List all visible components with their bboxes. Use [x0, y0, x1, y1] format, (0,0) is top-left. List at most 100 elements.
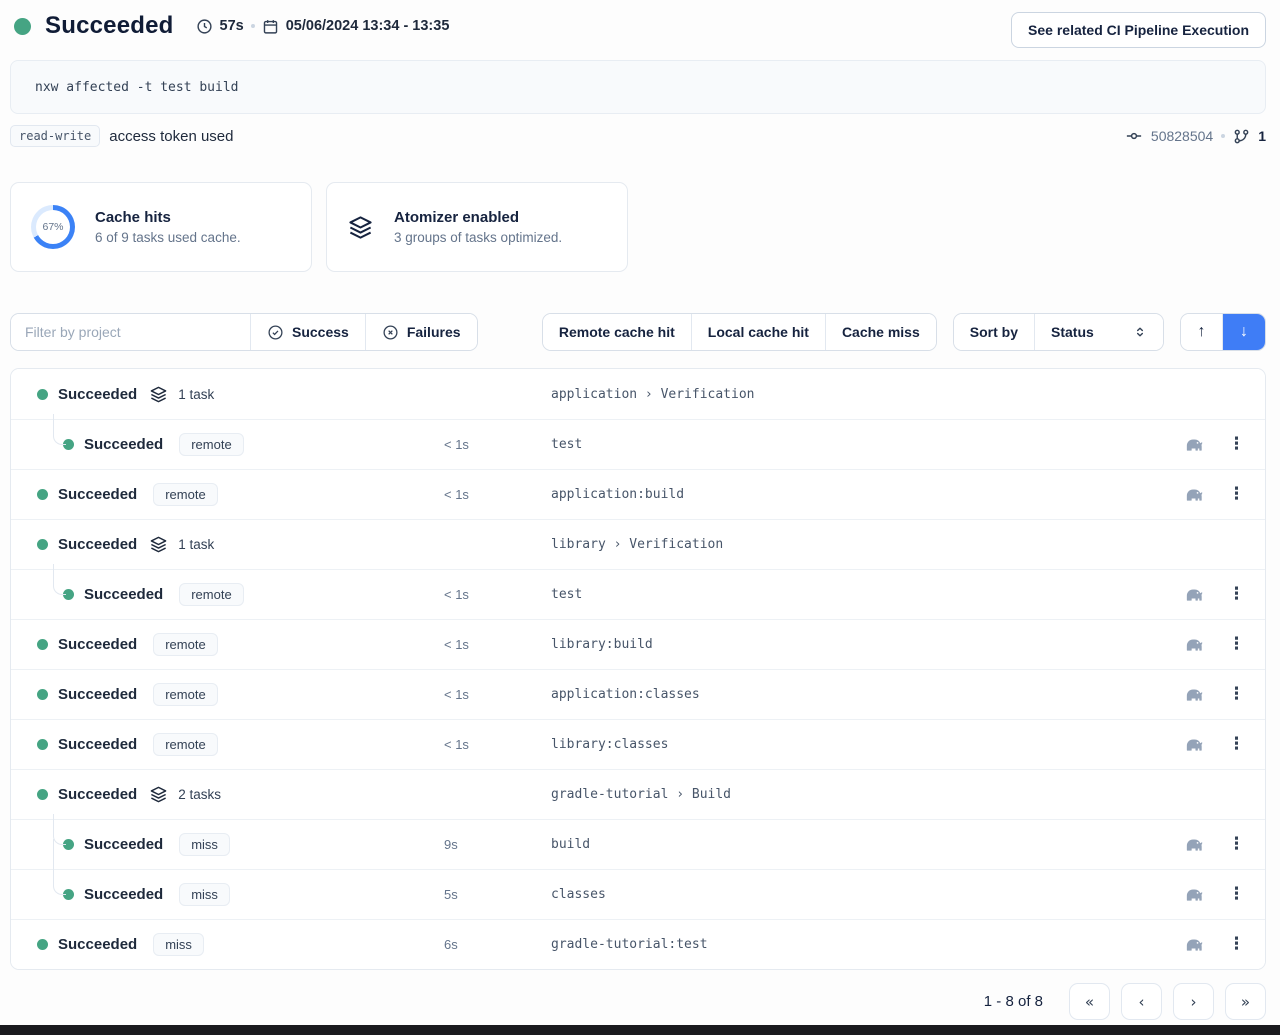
atomizer-title: Atomizer enabled — [394, 209, 562, 226]
tree-connector-line — [53, 839, 66, 895]
row-menu-button[interactable]: ⋮ — [1228, 936, 1245, 953]
task-row[interactable]: Succeeded miss 5s classes ⋮ — [11, 869, 1265, 919]
sort-value: Status — [1051, 324, 1094, 340]
pagination: 1 - 8 of 8 « ‹ › » — [10, 983, 1266, 1020]
gradle-scan-button[interactable] — [1183, 934, 1204, 955]
row-menu-button[interactable]: ⋮ — [1228, 586, 1245, 603]
layers-icon — [149, 385, 168, 404]
gradle-scan-button[interactable] — [1183, 884, 1204, 905]
sort-descending-button[interactable]: ↓ — [1223, 314, 1265, 350]
last-page-button[interactable]: » — [1225, 983, 1266, 1020]
task-row[interactable]: Succeeded remote < 1s test ⋮ — [11, 419, 1265, 469]
cache-status-badge: remote — [153, 733, 217, 756]
related-pipeline-button[interactable]: See related CI Pipeline Execution — [1011, 12, 1266, 48]
task-row[interactable]: Succeeded remote < 1s library:classes ⋮ — [11, 719, 1265, 769]
project-filter-group: Success Failures — [10, 313, 478, 351]
task-status-label: Succeeded — [58, 536, 137, 553]
task-status-label: Succeeded — [58, 686, 137, 703]
run-command: nxw affected -t test build — [35, 80, 239, 95]
task-row[interactable]: Succeeded remote < 1s application:classe… — [11, 669, 1265, 719]
gradle-elephant-icon — [1183, 934, 1204, 955]
next-page-button[interactable]: › — [1173, 983, 1214, 1020]
cache-hits-card[interactable]: 67% Cache hits 6 of 9 tasks used cache. — [10, 182, 312, 272]
task-status-dot — [37, 639, 48, 650]
token-text: access token used — [109, 128, 233, 145]
gradle-scan-button[interactable] — [1183, 634, 1204, 655]
row-menu-button[interactable]: ⋮ — [1228, 686, 1245, 703]
filter-project-input[interactable] — [11, 314, 251, 350]
gradle-elephant-icon — [1183, 834, 1204, 855]
task-duration: < 1s — [444, 487, 551, 502]
gradle-elephant-icon — [1183, 684, 1204, 705]
gradle-scan-button[interactable] — [1183, 434, 1204, 455]
task-row[interactable]: Succeeded remote < 1s library:build ⋮ — [11, 619, 1265, 669]
gradle-elephant-icon — [1183, 634, 1204, 655]
cache-hits-title: Cache hits — [95, 209, 241, 226]
cache-status-badge: remote — [179, 433, 243, 456]
sort-direction-group: ↑ ↓ — [1180, 313, 1266, 351]
sort-select[interactable]: Status — [1035, 314, 1163, 350]
task-status-label: Succeeded — [84, 436, 163, 453]
filter-failures-button[interactable]: Failures — [366, 314, 477, 350]
task-row[interactable]: Succeeded remote < 1s application:build … — [11, 469, 1265, 519]
row-menu-button[interactable]: ⋮ — [1228, 836, 1245, 853]
gradle-scan-button[interactable] — [1183, 484, 1204, 505]
filter-bar: Success Failures Remote cache hit Local … — [10, 313, 1266, 351]
row-menu-button[interactable]: ⋮ — [1228, 486, 1245, 503]
cache-status-badge: miss — [179, 883, 230, 906]
task-row[interactable]: Succeeded remote < 1s test ⋮ — [11, 569, 1265, 619]
task-duration: 5s — [444, 887, 551, 902]
calendar-icon — [262, 18, 279, 35]
task-name: application › Verification — [551, 387, 1169, 402]
summary-cards: 67% Cache hits 6 of 9 tasks used cache. … — [10, 182, 1266, 272]
task-row[interactable]: Succeeded miss 6s gradle-tutorial:test ⋮ — [11, 919, 1265, 969]
gradle-scan-button[interactable] — [1183, 734, 1204, 755]
row-menu-button[interactable]: ⋮ — [1228, 736, 1245, 753]
task-name: test — [551, 587, 1169, 602]
task-name: application:build — [551, 487, 1169, 502]
filter-local-cache-hit-button[interactable]: Local cache hit — [692, 314, 826, 350]
token-scope-chip: read-write — [10, 125, 100, 147]
task-name: library:classes — [551, 737, 1169, 752]
task-row[interactable]: Succeeded 1 task application › Verificat… — [11, 369, 1265, 419]
filter-success-button[interactable]: Success — [251, 314, 366, 350]
task-row[interactable]: Succeeded 2 tasks gradle-tutorial › Buil… — [11, 769, 1265, 819]
pagination-label: 1 - 8 of 8 — [984, 993, 1043, 1010]
row-menu-button[interactable]: ⋮ — [1228, 886, 1245, 903]
task-status-label: Succeeded — [84, 586, 163, 603]
run-meta: 57s 05/06/2024 13:34 - 13:35 — [196, 18, 450, 35]
clock-icon — [196, 18, 213, 35]
filter-remote-cache-hit-button[interactable]: Remote cache hit — [543, 314, 692, 350]
task-duration: 6s — [444, 937, 551, 952]
run-details-page: Succeeded 57s 05/06/2024 13:34 - 13:35 S… — [0, 0, 1280, 1025]
tree-connector-line — [53, 564, 66, 595]
cache-filter-group: Remote cache hit Local cache hit Cache m… — [542, 313, 937, 351]
gradle-scan-button[interactable] — [1183, 684, 1204, 705]
task-row[interactable]: Succeeded 1 task library › Verification … — [11, 519, 1265, 569]
gradle-elephant-icon — [1183, 484, 1204, 505]
sort-by-label: Sort by — [954, 314, 1035, 350]
task-name: build — [551, 837, 1169, 852]
commit-sha[interactable]: 50828504 — [1151, 128, 1213, 144]
commit-icon — [1125, 127, 1143, 145]
task-status-dot — [37, 539, 48, 550]
header: Succeeded 57s 05/06/2024 13:34 - 13:35 S… — [10, 12, 1266, 48]
task-row[interactable]: Succeeded miss 9s build ⋮ — [11, 819, 1265, 869]
gradle-scan-button[interactable] — [1183, 584, 1204, 605]
gradle-elephant-icon — [1183, 584, 1204, 605]
previous-page-button[interactable]: ‹ — [1121, 983, 1162, 1020]
branch-count: 1 — [1258, 128, 1266, 144]
task-name: test — [551, 437, 1169, 452]
task-status-label: Succeeded — [58, 936, 137, 953]
vcs-info: 50828504 1 — [1125, 127, 1266, 145]
gradle-scan-button[interactable] — [1183, 834, 1204, 855]
filter-cache-miss-button[interactable]: Cache miss — [826, 314, 936, 350]
row-menu-button[interactable]: ⋮ — [1228, 436, 1245, 453]
atomizer-card[interactable]: Atomizer enabled 3 groups of tasks optim… — [326, 182, 628, 272]
first-page-button[interactable]: « — [1069, 983, 1110, 1020]
cache-hits-donut: 67% — [31, 205, 75, 249]
task-status-label: Succeeded — [58, 736, 137, 753]
row-menu-button[interactable]: ⋮ — [1228, 636, 1245, 653]
task-name: library › Verification — [551, 537, 1169, 552]
sort-ascending-button[interactable]: ↑ — [1181, 314, 1223, 350]
